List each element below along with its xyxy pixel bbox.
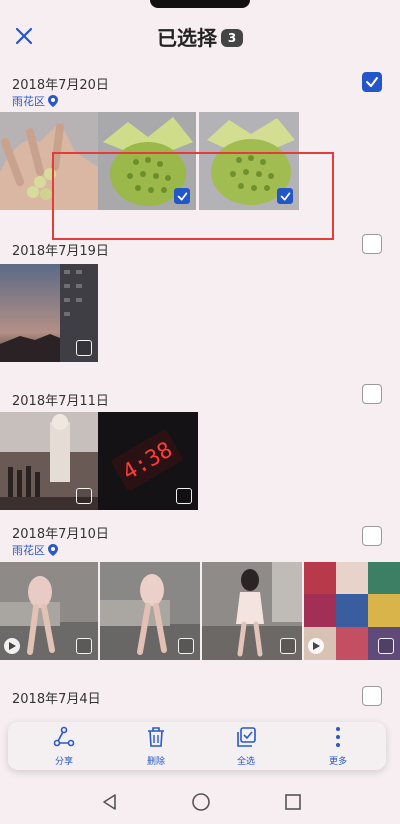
page-title: 已选择 3 [0,22,400,51]
more-vertical-icon [336,727,340,747]
photo-select-checkbox[interactable] [176,488,192,504]
section-date: 2018年7月19日 [12,244,109,259]
system-nav-bar [0,782,400,824]
play-icon [9,642,16,650]
section-select-checkbox[interactable] [362,72,382,92]
video-thumbnail[interactable] [304,562,400,660]
delete-label: 删除 [146,757,165,767]
section-location[interactable]: 雨花区 [12,93,58,109]
photo-select-checkbox[interactable] [76,488,92,504]
video-play-badge [308,638,324,654]
trash-icon [148,727,164,747]
photo-thumbnail[interactable] [0,264,98,362]
photo-select-checkbox[interactable] [280,638,296,654]
checkmark-icon [366,77,378,87]
location-text: 雨花区 [12,544,45,557]
section-date: 2018年7月11日 [12,394,109,409]
nav-back-button[interactable] [100,792,120,816]
share-button[interactable]: 分享 [34,726,94,767]
more-button[interactable]: 更多 [308,726,368,767]
photo-select-checkbox[interactable] [378,638,394,654]
nav-recents-button[interactable] [283,792,303,816]
more-label: 更多 [328,757,347,767]
photo-thumbnail[interactable]: 4:38 [98,412,198,510]
back-triangle-icon [103,794,116,810]
select-all-button[interactable]: 全选 [216,726,276,767]
selection-header: 已选择 3 [0,12,400,60]
section-location[interactable]: 雨花区 [12,542,58,558]
location-text: 雨花区 [12,95,45,108]
photo-select-checkbox[interactable] [76,638,92,654]
photo-select-checkbox[interactable] [178,638,194,654]
section-select-checkbox[interactable] [362,384,382,404]
play-icon [313,642,320,650]
section-select-checkbox[interactable] [362,234,382,254]
photo-select-checkbox[interactable] [76,340,92,356]
action-toolbar: 分享 删除 全选 更多 [8,722,386,770]
video-thumbnail[interactable] [0,562,98,660]
section-date: 2018年7月4日 [12,692,101,707]
delete-button[interactable]: 删除 [126,726,186,767]
section-select-checkbox[interactable] [362,526,382,546]
location-pin-icon [48,544,58,556]
nav-home-button[interactable] [191,792,211,816]
select-all-icon [237,727,256,747]
photo-thumbnail[interactable] [0,412,98,510]
selected-count-badge: 3 [221,29,243,47]
video-play-badge [4,638,20,654]
photo-thumbnail[interactable] [100,562,200,660]
recents-square-icon [285,794,301,810]
location-pin-icon [48,95,58,107]
title-text: 已选择 [157,26,217,50]
section-date: 2018年7月10日 [12,527,109,542]
share-label: 分享 [54,757,73,767]
camera-notch [150,0,250,8]
photo-thumbnail[interactable] [202,562,302,660]
share-icon [53,726,75,747]
section-select-checkbox[interactable] [362,686,382,706]
home-circle-icon [192,793,210,811]
section-date: 2018年7月20日 [12,78,109,93]
select-all-label: 全选 [236,757,255,767]
selection-highlight-box [52,152,334,240]
